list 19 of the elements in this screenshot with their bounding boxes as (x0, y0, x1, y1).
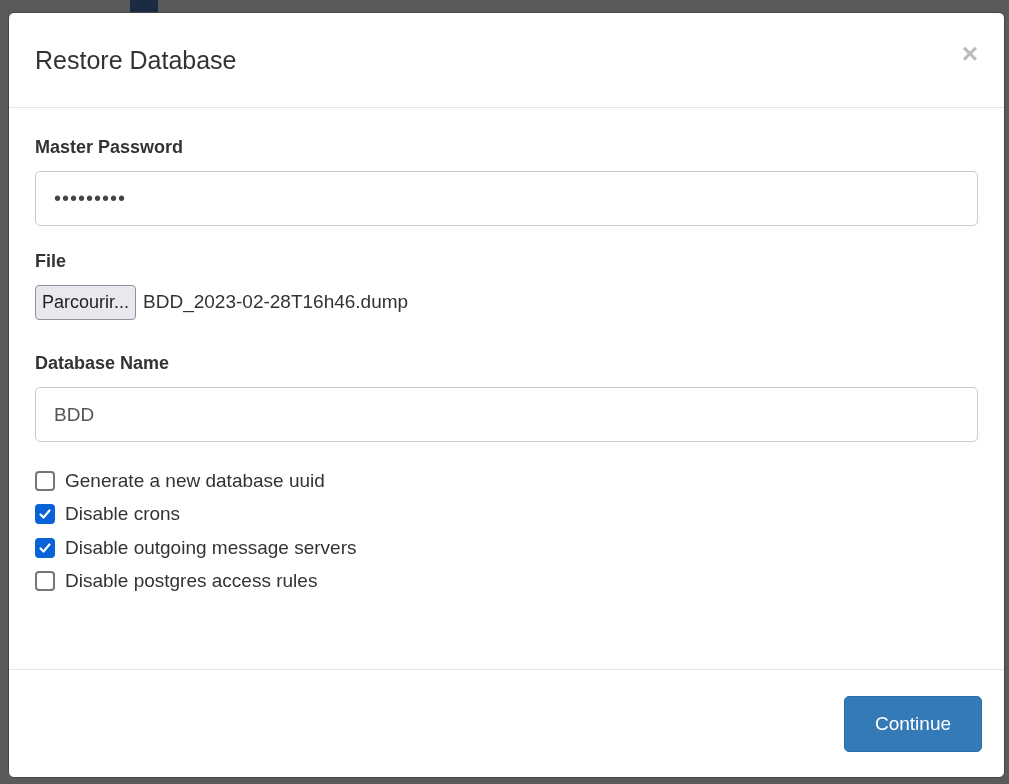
password-field[interactable]: ••••••••• (35, 171, 978, 226)
file-name: BDD_2023-02-28T16h46.dump (143, 290, 409, 315)
database-name-field[interactable]: BDD (35, 387, 978, 442)
field-label: File (35, 250, 66, 273)
checkbox-label: Generate a new database uuid (65, 468, 325, 493)
checkbox[interactable] (35, 537, 55, 558)
dialog-title: Restore Database (35, 45, 237, 75)
checkbox[interactable] (35, 470, 55, 491)
checkbox[interactable] (35, 571, 55, 592)
check-icon (38, 507, 52, 522)
checkbox-label: Disable postgres access rules (65, 569, 318, 593)
field-label: Database Name (35, 352, 170, 375)
checkbox-label: Disable outgoing message servers (65, 535, 357, 560)
checkbox[interactable] (35, 504, 55, 525)
checkbox-label: Disable crons (65, 502, 181, 526)
check-icon (38, 540, 52, 555)
continue-button[interactable]: Continue (844, 696, 982, 752)
field-label: Master Password (35, 136, 184, 159)
browse-button[interactable]: Parcourir... (35, 285, 137, 320)
